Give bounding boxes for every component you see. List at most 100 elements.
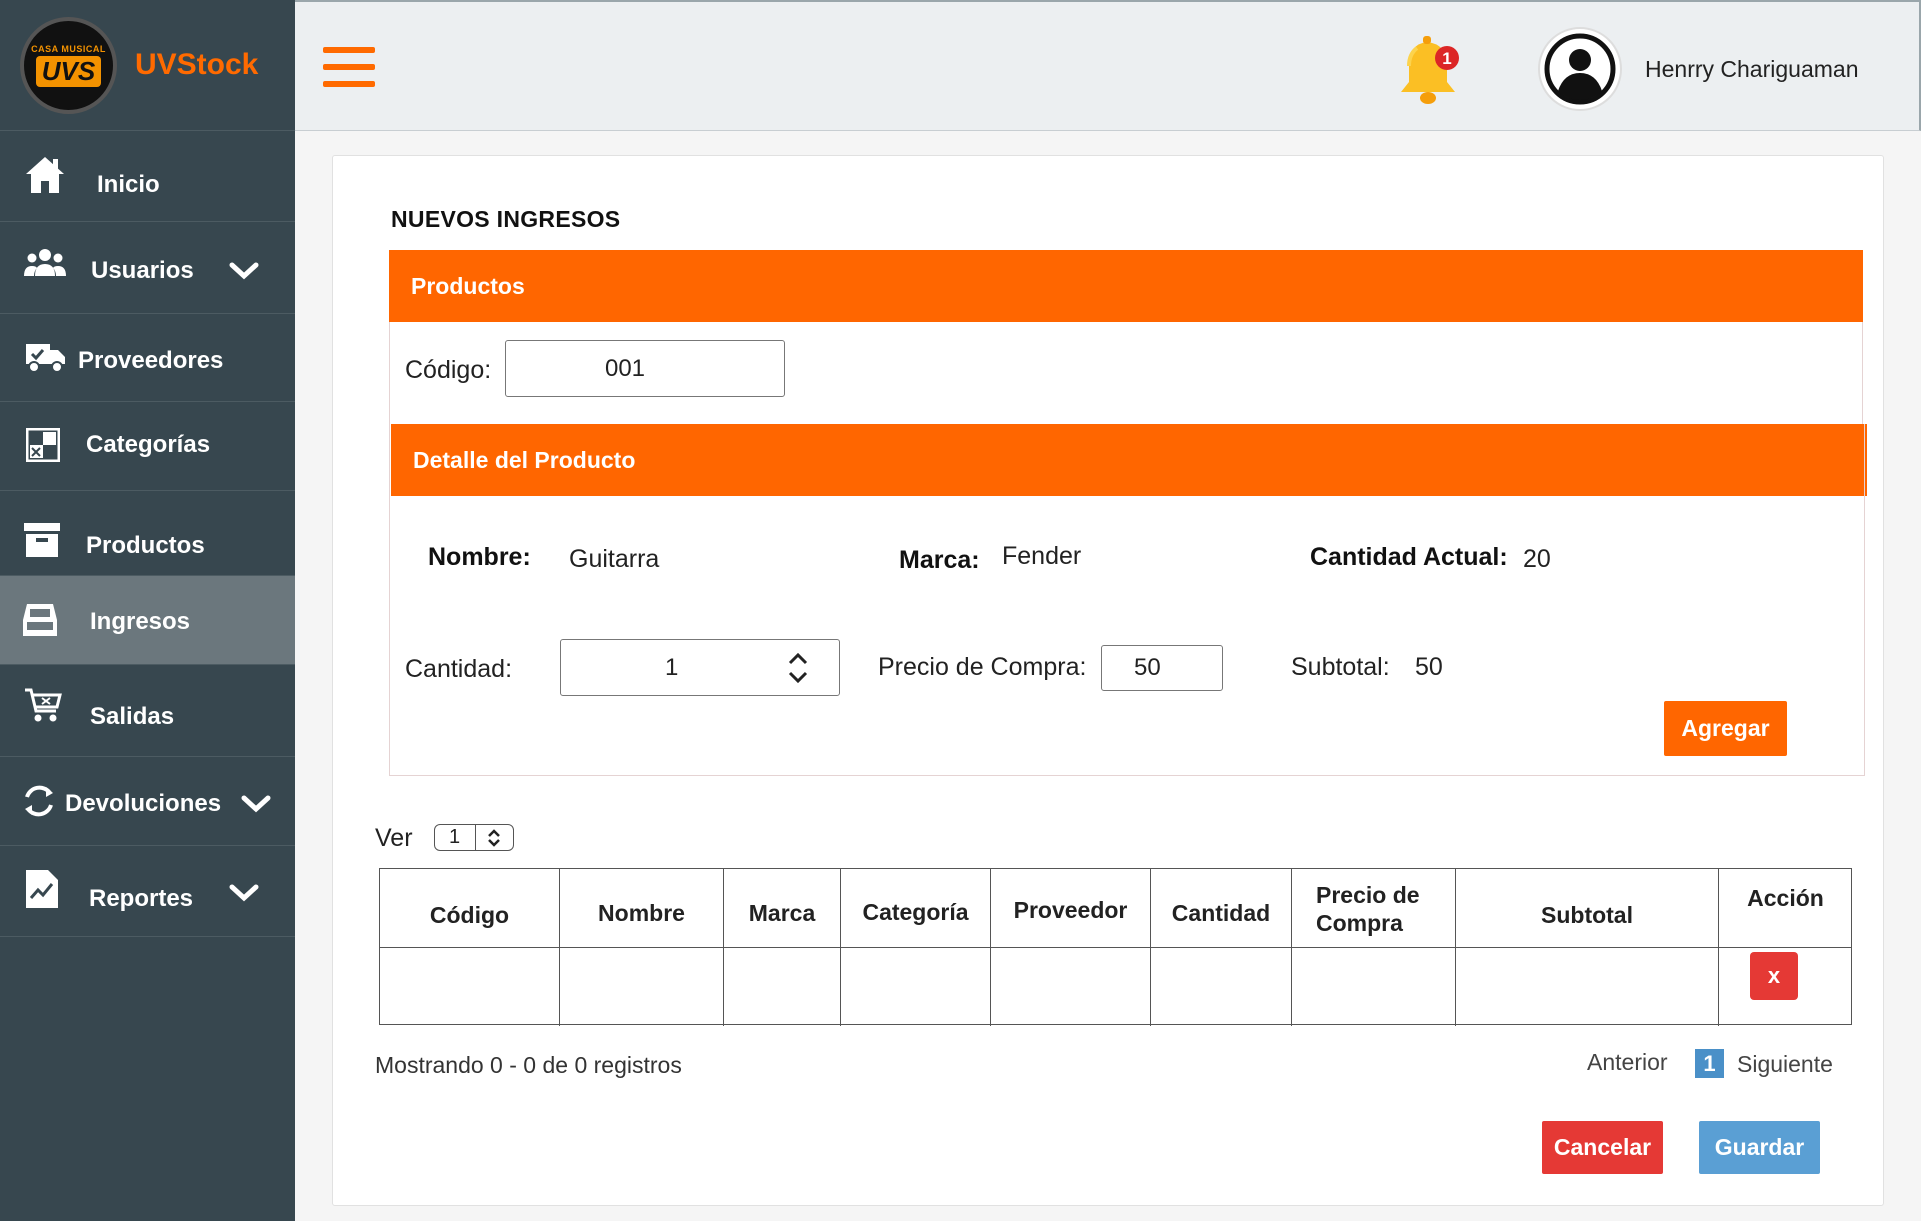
sidebar-item-categorias[interactable]: Categorías xyxy=(0,402,295,491)
home-icon xyxy=(24,155,66,195)
chevron-down-icon xyxy=(229,260,259,288)
sidebar-item-label: Ingresos xyxy=(90,608,191,635)
cantidad-stepper[interactable]: 1 xyxy=(560,639,840,696)
table-cell xyxy=(724,948,841,1026)
menu-toggle-button[interactable] xyxy=(323,47,375,87)
sidebar-item-label: Categorías xyxy=(86,431,211,458)
table-header-accion: Acción xyxy=(1719,869,1852,948)
nombre-value: Guitarra xyxy=(569,545,660,573)
table-header-subtotal[interactable]: Subtotal xyxy=(1456,869,1719,948)
hamburger-line xyxy=(323,81,375,87)
table-cell xyxy=(380,948,560,1026)
table-header-label: Subtotal xyxy=(1541,902,1633,928)
report-icon xyxy=(26,870,58,908)
table-header-codigo[interactable]: Código xyxy=(380,869,560,948)
archive-icon xyxy=(24,523,60,557)
table-header-proveedor[interactable]: Proveedor xyxy=(991,869,1151,948)
sidebar-item-usuarios[interactable]: Usuarios xyxy=(0,222,295,314)
logo-text: UVS xyxy=(35,55,102,87)
table-header-label: Precio de Compra xyxy=(1316,882,1420,936)
sidebar-item-label: Salidas xyxy=(90,703,175,730)
cancel-button[interactable]: Cancelar xyxy=(1542,1121,1663,1174)
agregar-button[interactable]: Agregar xyxy=(1664,701,1787,756)
avatar[interactable] xyxy=(1538,27,1622,111)
hamburger-line xyxy=(323,47,375,53)
brand-name: UVStock xyxy=(135,48,259,81)
precio-value: 50 xyxy=(1134,654,1161,681)
sidebar-item-inicio[interactable]: Inicio xyxy=(0,131,295,222)
sidebar-item-salidas[interactable]: Salidas xyxy=(0,665,295,757)
cart-icon xyxy=(24,687,62,725)
hamburger-line xyxy=(323,64,375,70)
subtotal-value: 50 xyxy=(1415,653,1443,681)
table-header-cantidad[interactable]: Cantidad xyxy=(1151,869,1292,948)
page-title: NUEVOS INGRESOS xyxy=(391,206,621,232)
chevron-down-icon xyxy=(241,793,271,821)
user-name[interactable]: Henrry Chariguaman xyxy=(1645,56,1858,83)
table-header-marca[interactable]: Marca xyxy=(724,869,841,948)
inbox-icon xyxy=(22,602,58,638)
table-header-label: Acción xyxy=(1747,885,1824,911)
records-info: Mostrando 0 - 0 de 0 registros xyxy=(375,1052,682,1078)
ver-label: Ver xyxy=(375,824,413,852)
sidebar-item-label: Devoluciones xyxy=(65,790,222,817)
pagination-current-page[interactable]: 1 xyxy=(1695,1049,1724,1078)
table-cell xyxy=(1456,948,1719,1026)
productos-section-header: Productos xyxy=(389,250,1863,322)
sidebar-item-devoluciones[interactable]: Devoluciones xyxy=(0,757,295,846)
truck-icon xyxy=(26,342,66,374)
sync-icon xyxy=(22,781,56,821)
top-header: 1 Henrry Chariguaman xyxy=(295,0,1921,131)
sidebar-item-productos[interactable]: Productos xyxy=(0,491,295,576)
subtotal-label: Subtotal: xyxy=(1291,653,1390,681)
table-cell xyxy=(1151,948,1292,1026)
cantidad-label: Cantidad: xyxy=(405,655,513,683)
categories-icon xyxy=(26,428,60,462)
notification-bell-icon[interactable]: 1 xyxy=(1395,34,1465,110)
table-header-categoria[interactable]: Categoría xyxy=(841,869,991,948)
page-length-select[interactable]: 1 xyxy=(434,824,514,851)
delete-row-button[interactable]: x xyxy=(1750,952,1798,1000)
logo: CASA MUSICAL UVS xyxy=(20,16,117,114)
cantidad-value: 1 xyxy=(665,654,679,681)
nombre-label: Nombre: xyxy=(428,543,531,571)
select-arrows-icon xyxy=(486,828,502,854)
stepper-arrows-icon[interactable] xyxy=(787,648,809,695)
table-header-label: Categoría xyxy=(862,899,969,925)
brand: CASA MUSICAL UVS UVStock xyxy=(0,0,295,131)
table-header-label: Cantidad xyxy=(1171,900,1271,926)
codigo-value: 001 xyxy=(604,354,646,382)
table-header-precio[interactable]: Precio de Compra xyxy=(1292,869,1456,948)
table-header-label: Nombre xyxy=(598,900,685,926)
table-header-label: Marca xyxy=(748,900,816,926)
table-cell xyxy=(841,948,991,1026)
table-header-nombre[interactable]: Nombre xyxy=(560,869,724,948)
marca-label: Marca: xyxy=(899,546,980,574)
table-cell: x xyxy=(1719,948,1852,1026)
precio-input[interactable]: 50 xyxy=(1101,645,1223,691)
precio-label: Precio de Compra: xyxy=(878,653,1087,681)
save-button[interactable]: Guardar xyxy=(1699,1121,1820,1174)
sidebar-item-label: Reportes xyxy=(89,885,194,912)
select-divider xyxy=(475,825,476,850)
sidebar-item-label: Productos xyxy=(86,532,205,559)
page-length-value: 1 xyxy=(449,826,461,848)
sidebar-item-proveedores[interactable]: Proveedores xyxy=(0,314,295,402)
codigo-input[interactable]: 001 xyxy=(505,340,785,397)
table-header-label: Proveedor xyxy=(1013,897,1128,923)
sidebar-item-reportes[interactable]: Reportes xyxy=(0,846,295,937)
sidebar-item-ingresos[interactable]: Ingresos xyxy=(0,576,295,665)
codigo-label: Código: xyxy=(405,356,492,384)
pagination-prev[interactable]: Anterior xyxy=(1587,1049,1668,1076)
sidebar-item-label: Usuarios xyxy=(91,257,194,284)
ingresos-table: Código Nombre Marca Categoría Proveedor … xyxy=(379,868,1852,1026)
table-cell xyxy=(991,948,1151,1026)
sidebar-item-label: Inicio xyxy=(97,171,160,198)
table-cell xyxy=(1292,948,1456,1026)
table-header-label: Código xyxy=(429,902,510,928)
marca-value: Fender xyxy=(1002,542,1082,570)
pagination-next[interactable]: Siguiente xyxy=(1737,1051,1833,1078)
detalle-section-body xyxy=(389,424,1865,776)
chevron-down-icon xyxy=(229,882,259,910)
cantidad-actual-label: Cantidad Actual: xyxy=(1310,543,1508,571)
